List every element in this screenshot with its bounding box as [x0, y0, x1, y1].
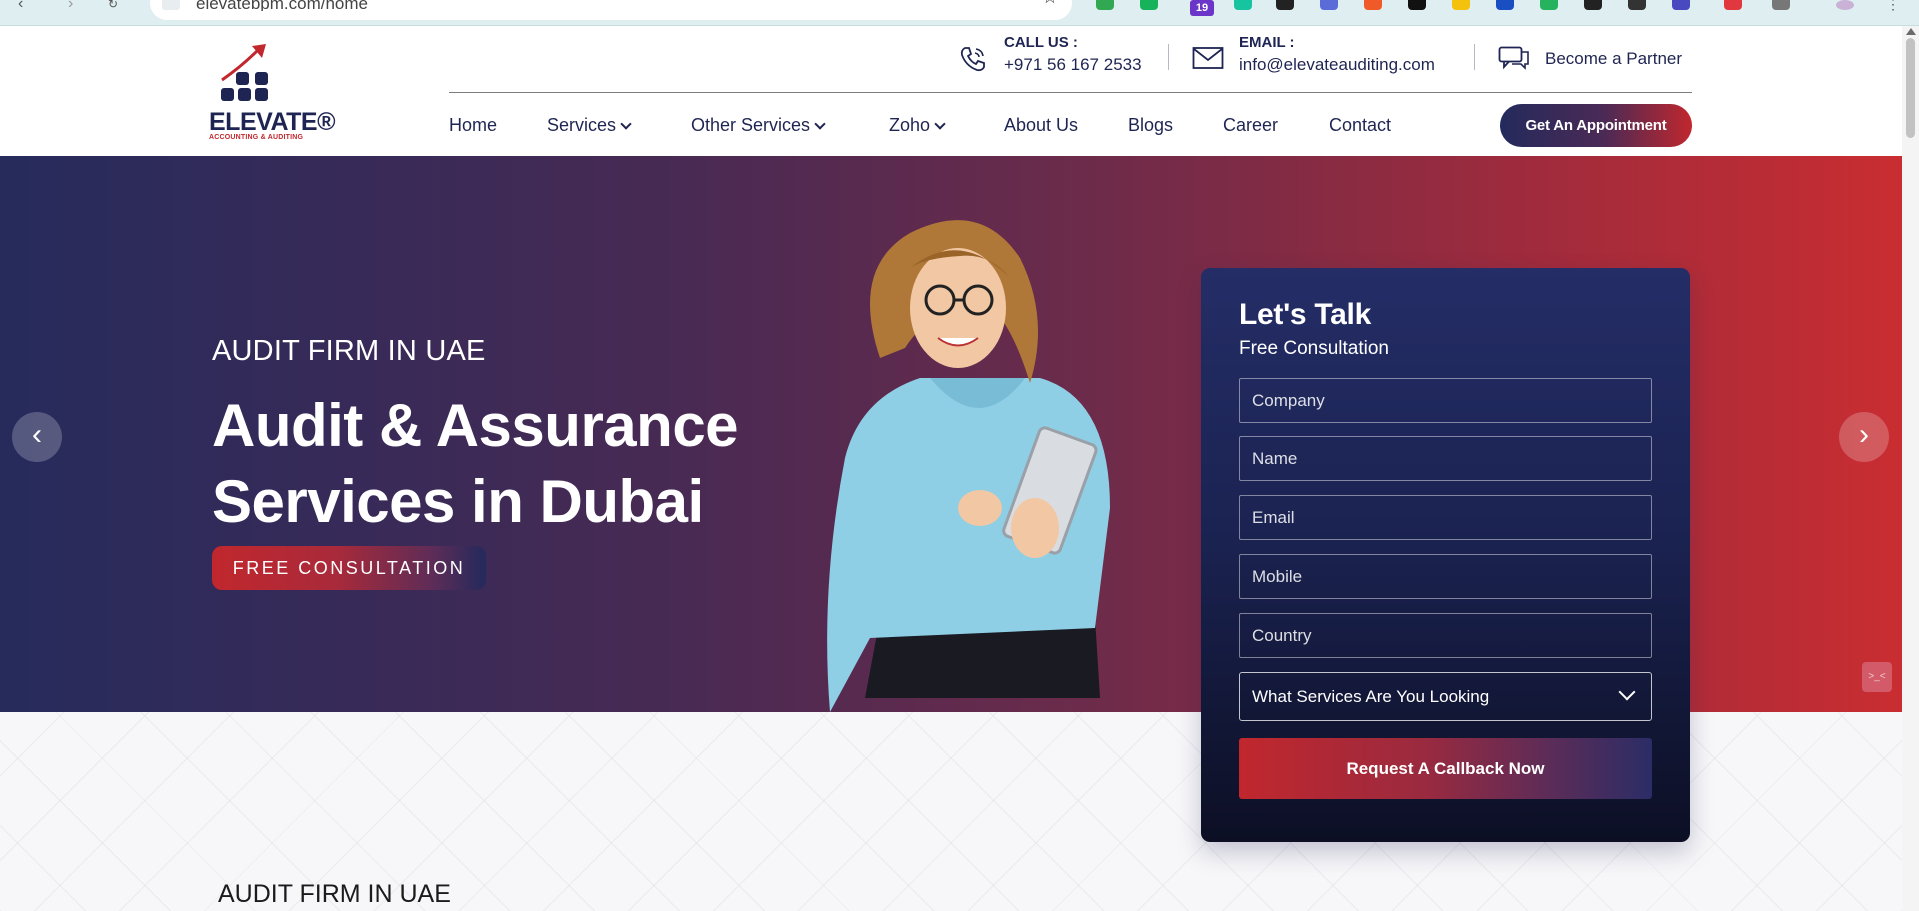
mail-icon — [1192, 47, 1224, 69]
extension-icon[interactable] — [1724, 0, 1742, 10]
profile-avatar[interactable] — [1836, 0, 1854, 10]
form-title: Let's Talk — [1239, 298, 1371, 331]
nav-about-us[interactable]: About Us — [1004, 115, 1078, 136]
chevron-down-icon — [814, 118, 826, 130]
hero-eyebrow: AUDIT FIRM IN UAE — [212, 335, 486, 367]
chevron-left-icon: ‹ — [32, 418, 42, 451]
extension-icon[interactable] — [1096, 0, 1114, 10]
bookmark-star-icon[interactable]: ☆ — [1042, 0, 1058, 6]
extension-icon[interactable] — [1628, 0, 1646, 10]
divider — [1168, 44, 1169, 70]
site-info-icon[interactable] — [162, 0, 180, 10]
services-select-value: What Services Are You Looking — [1252, 687, 1490, 706]
extension-icon[interactable] — [1452, 0, 1470, 10]
nav-zoho-label: Zoho — [889, 115, 931, 135]
extension-icon[interactable] — [1672, 0, 1690, 10]
logo-tagline: ACCOUNTING & AUDITING — [209, 134, 304, 141]
free-consultation-button[interactable]: FREE CONSULTATION — [212, 546, 486, 590]
divider — [1474, 44, 1475, 70]
logo-wordmark: ELEVATE® — [209, 108, 336, 136]
nav-contact[interactable]: Contact — [1329, 115, 1391, 136]
extension-icon[interactable] — [1772, 0, 1790, 10]
email-link[interactable]: info@elevateauditing.com — [1239, 55, 1435, 75]
page-scrollbar[interactable] — [1902, 26, 1919, 911]
email-input[interactable] — [1239, 495, 1652, 540]
nav-other-services-label: Other Services — [691, 115, 811, 135]
hero-title: Audit & Assurance Services in Dubai — [212, 392, 739, 535]
chevron-down-icon — [620, 118, 632, 130]
phone-number-link[interactable]: +971 56 167 2533 — [1004, 55, 1142, 75]
get-appointment-button[interactable]: Get An Appointment — [1500, 104, 1692, 147]
extension-icon[interactable] — [1496, 0, 1514, 10]
extension-icon[interactable] — [1320, 0, 1338, 10]
mobile-input[interactable] — [1239, 554, 1652, 599]
phone-icon — [960, 47, 985, 72]
become-partner-link[interactable]: Become a Partner — [1545, 49, 1682, 69]
call-us-block: CALL US : +971 56 167 2533 — [1004, 34, 1142, 75]
form-subtitle: Free Consultation — [1239, 338, 1389, 359]
email-block: EMAIL : info@elevateauditing.com — [1239, 34, 1435, 75]
extension-icon[interactable] — [1408, 0, 1426, 10]
nav-services-label: Services — [547, 115, 617, 135]
request-callback-button[interactable]: Request A Callback Now — [1239, 738, 1652, 799]
nav-zoho[interactable]: Zoho — [889, 115, 946, 136]
extension-icon[interactable] — [1364, 0, 1382, 10]
url-text: elevatebpm.com/home — [196, 0, 368, 11]
site-header: ELEVATE® ACCOUNTING & AUDITING CALL US :… — [0, 26, 1902, 156]
address-bar[interactable]: elevatebpm.com/home ☆ — [150, 0, 1072, 20]
extension-icon[interactable] — [1140, 0, 1158, 10]
reload-icon[interactable]: ↻ — [108, 0, 128, 14]
nav-services[interactable]: Services — [547, 115, 632, 136]
country-input[interactable] — [1239, 613, 1652, 658]
menu-icon[interactable]: ⋮ — [1886, 0, 1906, 14]
back-icon[interactable]: ‹ — [18, 0, 38, 14]
forward-icon[interactable]: › — [68, 0, 88, 14]
company-input[interactable] — [1239, 378, 1652, 423]
lead-form: Let's Talk Free Consultation What Servic… — [1201, 268, 1690, 842]
scroll-up-icon[interactable] — [1906, 28, 1916, 35]
extension-icon[interactable] — [1234, 0, 1252, 10]
name-input[interactable] — [1239, 436, 1652, 481]
extension-badge[interactable]: 19 — [1190, 0, 1214, 16]
section-eyebrow: AUDIT FIRM IN UAE — [218, 880, 451, 908]
nav-blogs[interactable]: Blogs — [1128, 115, 1173, 136]
chevron-right-icon: › — [1859, 418, 1869, 451]
hero-woman-image — [827, 220, 1110, 712]
services-select[interactable]: What Services Are You Looking — [1239, 672, 1652, 721]
chevron-down-icon — [1618, 683, 1636, 701]
nav-career[interactable]: Career — [1223, 115, 1278, 136]
extension-icon[interactable] — [1540, 0, 1558, 10]
floating-widget-icon[interactable]: >_< — [1862, 662, 1892, 692]
header-divider — [449, 92, 1692, 93]
chevron-down-icon — [934, 118, 946, 130]
nav-other-services[interactable]: Other Services — [691, 115, 826, 136]
nav-home[interactable]: Home — [449, 115, 497, 136]
scrollbar-thumb[interactable] — [1906, 38, 1915, 138]
call-us-label: CALL US : — [1004, 34, 1078, 51]
carousel-next-button[interactable]: › — [1839, 412, 1889, 462]
carousel-prev-button[interactable]: ‹ — [12, 412, 62, 462]
extension-icon[interactable] — [1276, 0, 1294, 10]
chat-icon — [1498, 46, 1529, 70]
extension-icon[interactable] — [1584, 0, 1602, 10]
email-label: EMAIL : — [1239, 34, 1295, 51]
browser-toolbar: ‹ › ↻ elevatebpm.com/home ☆ 19 ⋮ — [0, 0, 1919, 26]
